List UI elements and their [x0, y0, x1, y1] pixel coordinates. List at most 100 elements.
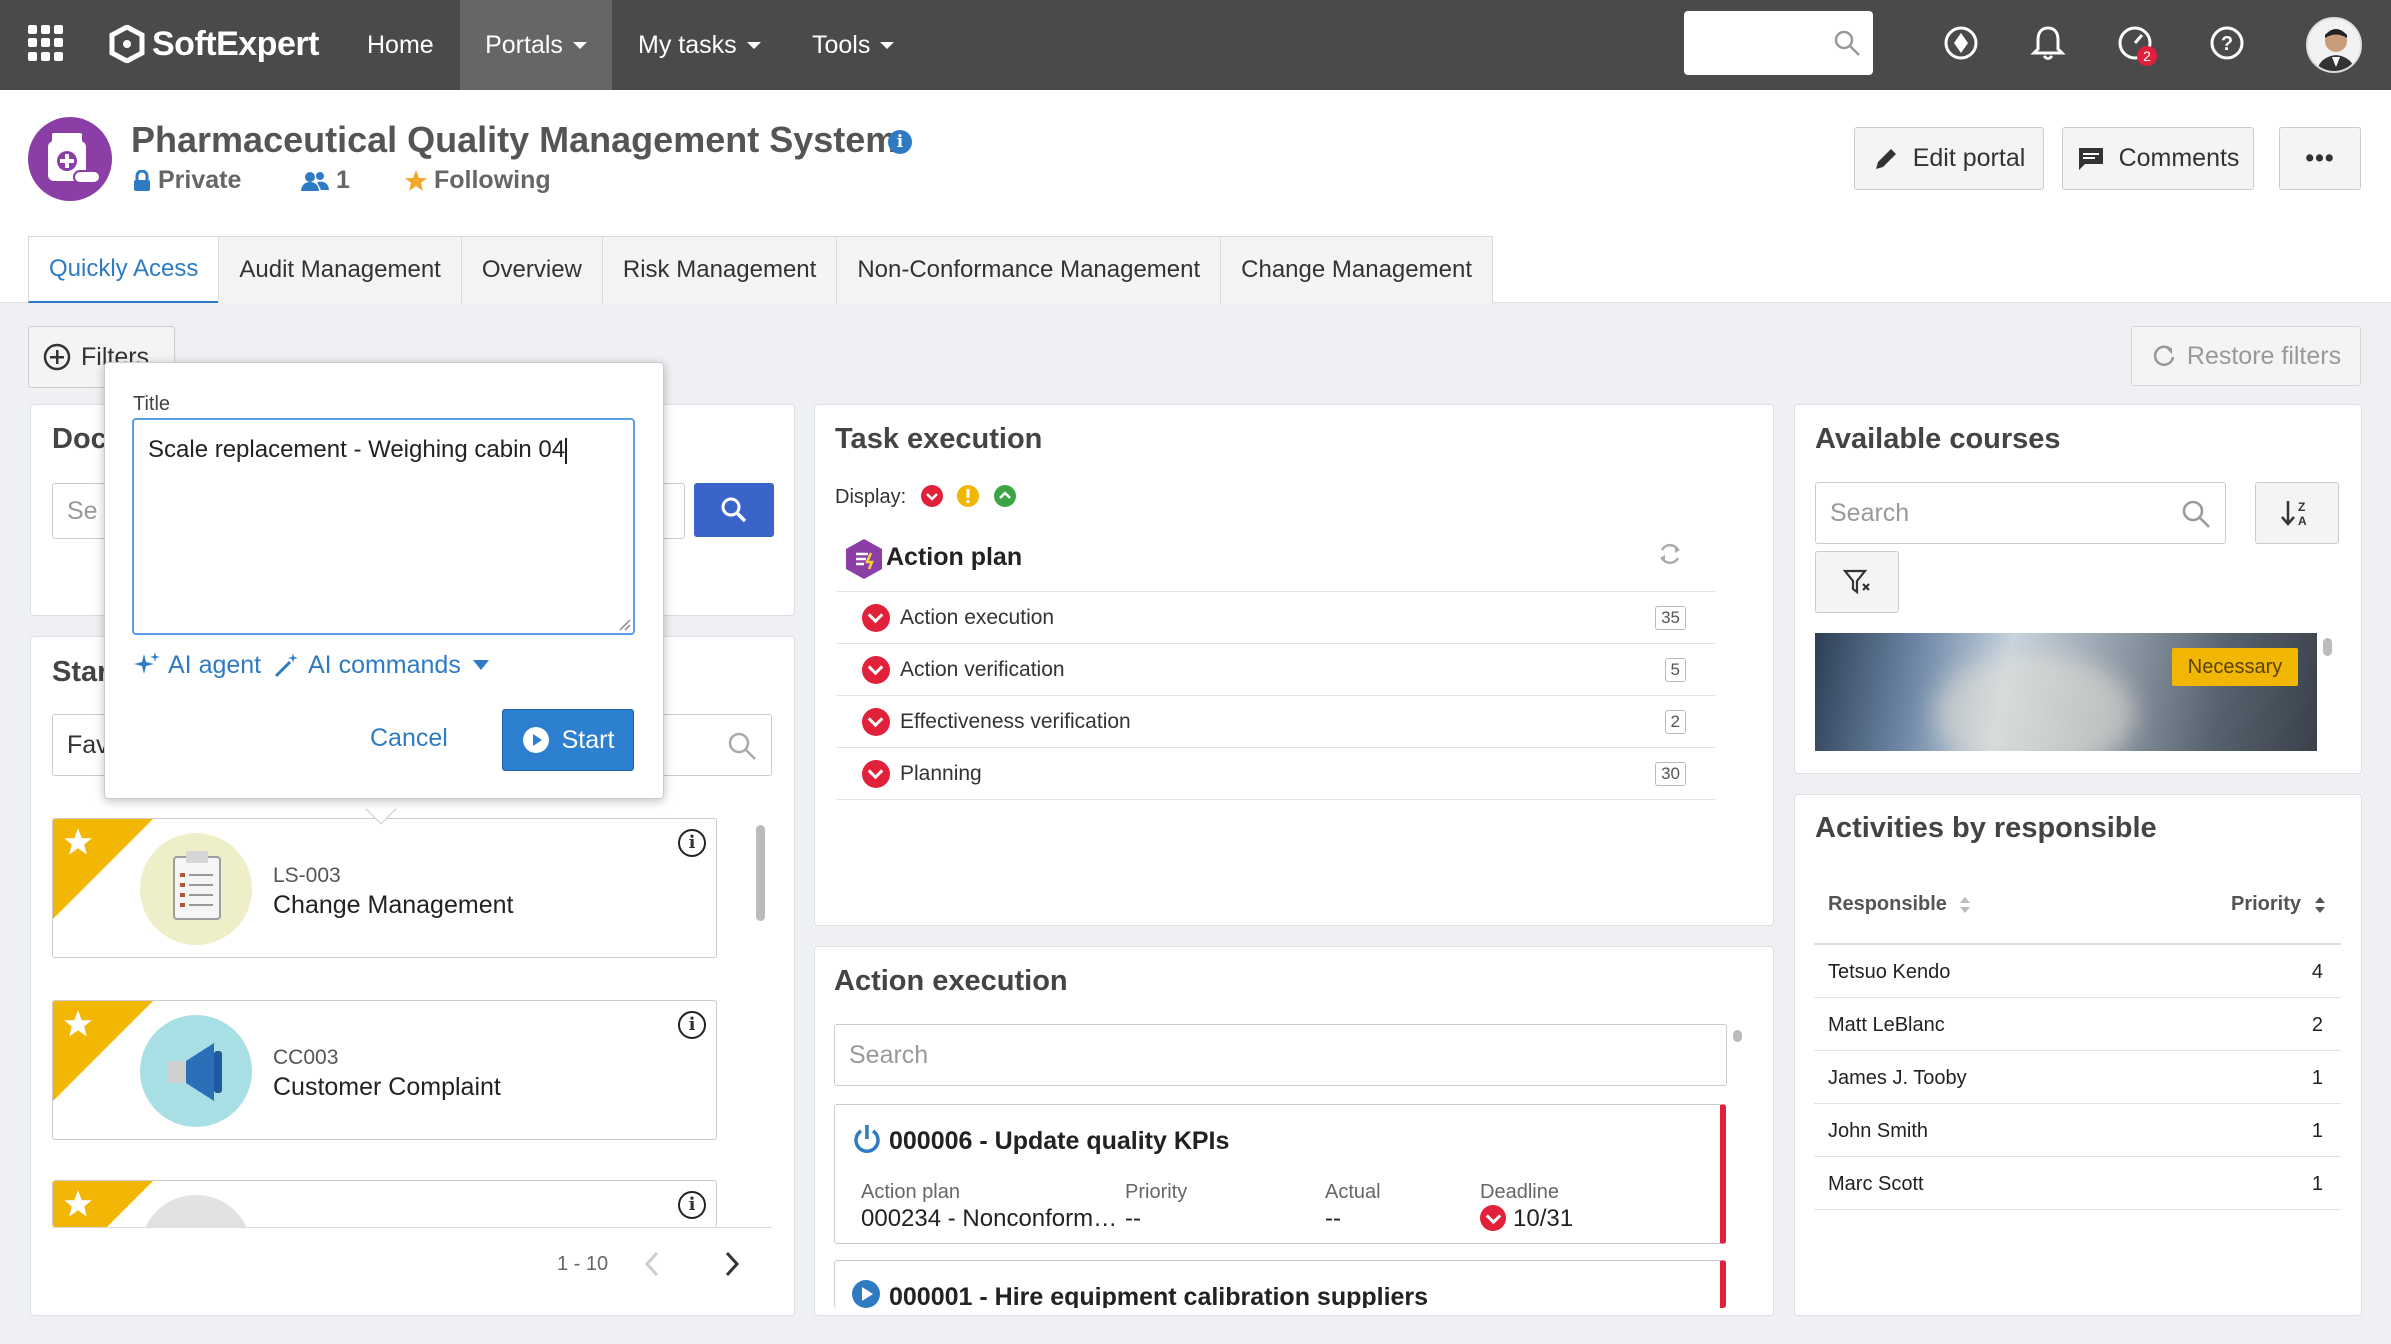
table-row[interactable]: James J. Tooby 1: [1814, 1051, 2341, 1104]
title-textarea[interactable]: Scale replacement - Weighing cabin 04: [132, 418, 635, 635]
column-header-priority-label: Priority: [2231, 893, 2302, 915]
sort-icon: [2314, 896, 2325, 913]
resize-handle-icon[interactable]: [617, 617, 631, 631]
info-icon[interactable]: i: [678, 1011, 706, 1039]
sort-az-button[interactable]: ZA: [2255, 482, 2339, 544]
table-row[interactable]: Marc Scott 1: [1814, 1157, 2341, 1210]
task-row[interactable]: Action execution 35: [836, 592, 1716, 644]
compass-icon[interactable]: [1942, 24, 1980, 62]
chevron-right-icon[interactable]: [722, 1250, 742, 1278]
favorite-card[interactable]: CC003 Customer Complaint i: [52, 1000, 717, 1140]
more-options-button[interactable]: •••: [2279, 127, 2361, 190]
restore-filters-button[interactable]: Restore filters: [2131, 326, 2361, 386]
ai-agent-button[interactable]: AI agent: [132, 650, 261, 680]
action-card[interactable]: 000001 - Hire equipment calibration supp…: [834, 1260, 1726, 1308]
filter-button[interactable]: [1815, 551, 1899, 613]
overdue-icon: [862, 655, 890, 684]
user-avatar[interactable]: [2306, 17, 2362, 73]
megaphone-icon: [140, 1015, 252, 1127]
overdue-icon: [862, 707, 890, 736]
info-icon[interactable]: i: [678, 1191, 706, 1219]
edit-portal-button[interactable]: Edit portal: [1854, 127, 2044, 190]
cancel-button[interactable]: Cancel: [370, 724, 448, 753]
courses-scrollbar[interactable]: [2323, 638, 2332, 656]
action-card[interactable]: 000006 - Update quality KPIs Action plan…: [834, 1104, 1726, 1244]
chevron-left-icon[interactable]: [642, 1250, 662, 1278]
tab-quickly-access[interactable]: Quickly Acess: [28, 236, 220, 303]
tab-risk-management[interactable]: Risk Management: [601, 236, 838, 303]
members-count[interactable]: 1: [300, 166, 350, 195]
medicine-icon: [48, 133, 101, 184]
help-icon[interactable]: ?: [2208, 24, 2246, 62]
tab-overview[interactable]: Overview: [460, 236, 603, 303]
responsible-name: John Smith: [1828, 1120, 1929, 1142]
task-row-count: 30: [1655, 761, 1686, 786]
responsible-name: Tetsuo Kendo: [1828, 961, 1951, 983]
nav-portals-label: Portals: [485, 30, 563, 59]
refresh-icon[interactable]: [1656, 540, 1684, 568]
chevron-down-icon: [572, 41, 587, 49]
nav-home[interactable]: Home: [367, 0, 434, 90]
overdue-filter-icon[interactable]: [920, 484, 944, 508]
table-row[interactable]: John Smith 1: [1814, 1104, 2341, 1157]
star-icon[interactable]: [63, 1009, 93, 1039]
courses-search-input[interactable]: Search: [1815, 482, 2226, 544]
star-icon[interactable]: [63, 827, 93, 857]
action-execution-scrollbar[interactable]: [1733, 1030, 1742, 1042]
favorite-card[interactable]: i: [52, 1180, 717, 1227]
task-row[interactable]: Effectiveness verification 2: [836, 696, 1716, 748]
column-header-priority[interactable]: Priority: [2231, 893, 2327, 916]
search-icon: [728, 732, 756, 760]
priority-count: 2: [2311, 1014, 2323, 1036]
apps-grid-icon[interactable]: [28, 25, 64, 61]
start-button[interactable]: Start: [502, 709, 634, 771]
task-row[interactable]: Planning 30: [836, 748, 1716, 800]
responsible-name: Marc Scott: [1828, 1173, 1924, 1195]
courses-search-placeholder: Search: [1830, 498, 1910, 527]
activity-alert-button[interactable]: 2: [2116, 24, 2160, 68]
on-time-filter-icon[interactable]: [993, 484, 1017, 508]
tab-change-management[interactable]: Change Management: [1220, 236, 1493, 303]
global-search-input[interactable]: [1684, 11, 1873, 75]
search-icon: [2182, 500, 2210, 528]
info-icon[interactable]: i: [888, 130, 912, 154]
ai-commands-button[interactable]: AI commands: [272, 650, 491, 680]
nav-tools[interactable]: Tools: [812, 0, 895, 90]
documents-panel-title: Doc: [52, 423, 107, 455]
favorites-scrollbar[interactable]: [756, 825, 765, 921]
overdue-icon: [862, 759, 890, 788]
title-textarea-value: Scale replacement - Weighing cabin 04: [148, 436, 566, 463]
action-execution-search-input[interactable]: Search: [834, 1024, 1727, 1086]
table-row[interactable]: Matt LeBlanc 2: [1814, 998, 2341, 1051]
following-label: Following: [434, 166, 551, 194]
softexpert-logo-icon: [109, 25, 145, 63]
column-header-responsible[interactable]: Responsible: [1828, 893, 1972, 916]
priority-count: 1: [2311, 1120, 2323, 1142]
title-field-label: Title: [133, 393, 171, 415]
play-circle-icon: [522, 727, 549, 753]
table-row[interactable]: Tetsuo Kendo 4: [1814, 945, 2341, 998]
comments-button[interactable]: Comments: [2062, 127, 2254, 190]
tab-audit-management[interactable]: Audit Management: [218, 236, 462, 303]
nav-portals[interactable]: Portals: [460, 0, 612, 90]
portal-tabs: Quickly Acess Audit Management Overview …: [28, 236, 1493, 303]
softexpert-logo[interactable]: SoftExpert: [108, 22, 319, 66]
info-icon[interactable]: i: [678, 829, 706, 857]
clipboard-icon: [140, 833, 252, 945]
tab-non-conformance-management[interactable]: Non-Conformance Management: [836, 236, 1222, 303]
following-status[interactable]: Following: [404, 166, 551, 195]
action-execution-search-placeholder: Search: [849, 1040, 929, 1069]
favorite-card[interactable]: LS-003 Change Management i: [52, 818, 717, 958]
activities-title: Activities by responsible: [1815, 812, 2157, 844]
documents-search-button[interactable]: [694, 483, 774, 537]
bell-icon[interactable]: [2030, 24, 2066, 62]
favorite-code: CC003: [273, 1046, 339, 1069]
warning-filter-icon[interactable]: [956, 484, 980, 508]
favorite-name: Customer Complaint: [273, 1073, 501, 1101]
nav-my-tasks[interactable]: My tasks: [638, 0, 761, 90]
task-row[interactable]: Action verification 5: [836, 644, 1716, 696]
action-plan-value[interactable]: 000234 - Nonconform…: [861, 1205, 1117, 1233]
refresh-icon: [2153, 345, 2175, 366]
star-icon[interactable]: [63, 1189, 93, 1219]
members-label: 1: [336, 166, 350, 194]
